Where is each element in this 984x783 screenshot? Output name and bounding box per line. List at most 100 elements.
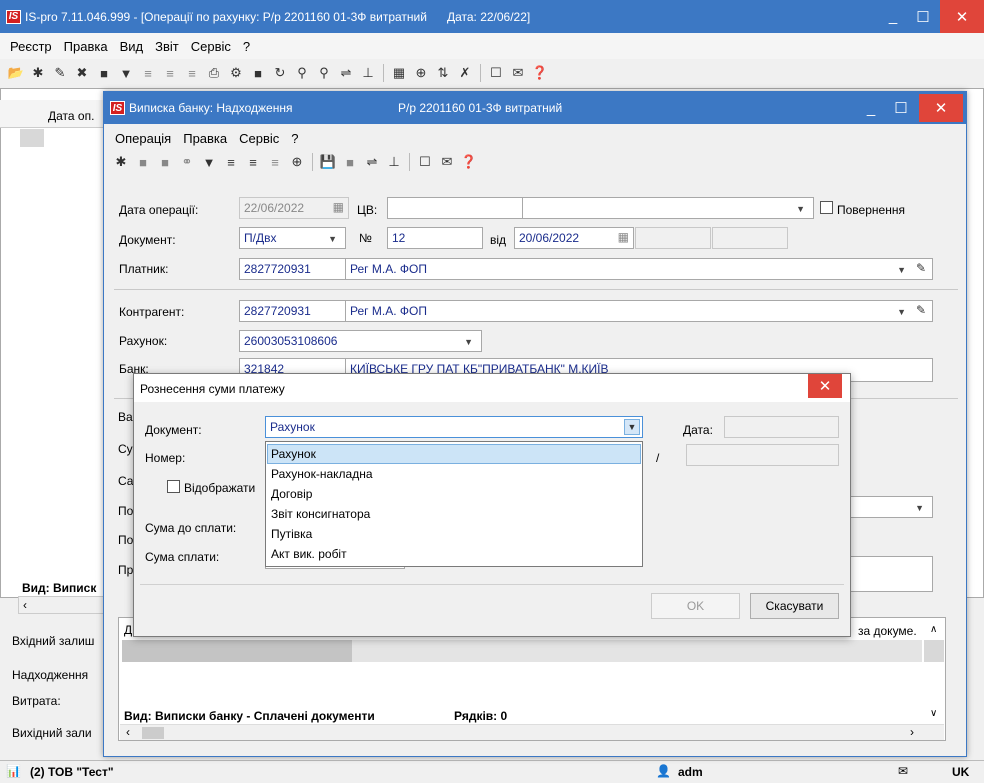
op-date-field[interactable]: 22/06/2022 ▦ xyxy=(239,197,349,219)
grid-hscroll[interactable]: ‹ › xyxy=(120,724,944,740)
cv-code-field[interactable] xyxy=(387,197,523,219)
scroll-right-icon[interactable]: › xyxy=(910,725,914,739)
main-grid-row[interactable] xyxy=(20,129,44,147)
grid-icon[interactable]: ▦ xyxy=(389,63,409,83)
menu-registry[interactable]: Реєстр xyxy=(10,39,52,54)
edit-icon[interactable]: ✎ xyxy=(50,63,70,83)
calendar-icon[interactable]: ▦ xyxy=(333,200,344,214)
link-icon[interactable]: ⇌ xyxy=(336,63,356,83)
chevron-down-icon[interactable]: ▼ xyxy=(624,419,640,435)
grid-row[interactable] xyxy=(122,640,352,662)
extra-field-1[interactable] xyxy=(635,227,711,249)
help-icon[interactable]: ❓ xyxy=(459,152,479,172)
counterparty-name-field[interactable]: Рег М.А. ФОП ▼ ✎ xyxy=(345,300,933,322)
block-icon[interactable]: ■ xyxy=(94,63,114,83)
edit-icon[interactable]: ■ xyxy=(133,152,153,172)
help-icon[interactable]: ❓ xyxy=(530,63,550,83)
cv-name-field[interactable]: ▼ xyxy=(522,197,814,219)
document-select[interactable]: П/Двх ▼ xyxy=(239,227,346,249)
calc-icon[interactable]: ⊕ xyxy=(411,63,431,83)
background-select[interactable]: ▼ xyxy=(850,496,933,518)
grid-row[interactable] xyxy=(352,640,922,662)
tree-icon[interactable]: ⊥ xyxy=(384,152,404,172)
block-icon[interactable]: ■ xyxy=(340,152,360,172)
clear-filter-icon[interactable]: ✗ xyxy=(455,63,475,83)
form-icon[interactable]: ☐ xyxy=(486,63,506,83)
column-date-header[interactable]: Дата оп. xyxy=(48,109,94,123)
delete-icon[interactable]: ✖ xyxy=(72,63,92,83)
calendar-icon[interactable]: ▦ xyxy=(618,230,629,244)
chevron-down-icon[interactable]: ▼ xyxy=(915,503,924,513)
chevron-down-icon[interactable]: ▼ xyxy=(796,204,805,214)
pencil-icon[interactable]: ✎ xyxy=(916,261,926,275)
main-hscroll[interactable]: ‹ xyxy=(18,596,108,614)
settings-icon[interactable]: ⚙ xyxy=(226,63,246,83)
tree-icon[interactable]: ⊥ xyxy=(358,63,378,83)
form-icon[interactable]: ☐ xyxy=(415,152,435,172)
calc-icon[interactable]: ⊕ xyxy=(287,152,307,172)
print-icon[interactable]: ⎙ xyxy=(204,63,224,83)
chevron-down-icon[interactable]: ▼ xyxy=(897,307,906,317)
chevron-down-icon[interactable]: ▼ xyxy=(897,265,906,275)
search-icon[interactable]: ⚲ xyxy=(292,63,312,83)
menu-view[interactable]: Вид xyxy=(120,39,144,54)
dropdown-option[interactable]: Звіт консигнатора xyxy=(267,504,641,524)
tool-icon[interactable]: ≡ xyxy=(265,152,285,172)
menu-service[interactable]: Сервіс xyxy=(239,131,279,146)
menu-help[interactable]: ? xyxy=(291,131,298,146)
maximize-button[interactable]: ☐ xyxy=(906,0,940,33)
new-icon[interactable]: ✱ xyxy=(111,152,131,172)
scroll-down-icon[interactable]: ∨ xyxy=(930,708,937,719)
extra-field-2[interactable] xyxy=(712,227,788,249)
scroll-left-icon[interactable]: ‹ xyxy=(126,725,130,739)
debit-credit-icon[interactable]: ≡ xyxy=(221,152,241,172)
bank-maximize-button[interactable]: ☐ xyxy=(884,92,918,124)
dropdown-option[interactable]: Путівка xyxy=(267,524,641,544)
bank-close-button[interactable]: ✕ xyxy=(919,94,963,122)
search-next-icon[interactable]: ⚲ xyxy=(314,63,334,83)
folder-icon[interactable]: 📂 xyxy=(6,63,26,83)
menu-report[interactable]: Звіт xyxy=(155,39,179,54)
payer-code-field[interactable]: 2827720931 xyxy=(239,258,346,280)
tool-icon[interactable]: ≡ xyxy=(182,63,202,83)
close-button[interactable]: ✕ xyxy=(940,0,984,33)
chevron-down-icon[interactable]: ▼ xyxy=(464,337,473,347)
dialog-close-button[interactable]: ✕ xyxy=(808,374,842,398)
dropdown-option[interactable]: Рахунок xyxy=(267,444,641,464)
dropdown-option[interactable]: Рахунок-накладна xyxy=(267,464,641,484)
menu-edit[interactable]: Правка xyxy=(183,131,227,146)
copy-icon[interactable]: ■ xyxy=(155,152,175,172)
menu-edit[interactable]: Правка xyxy=(64,39,108,54)
cancel-button[interactable]: Скасувати xyxy=(750,593,839,619)
tool-icon[interactable]: ≡ xyxy=(138,63,158,83)
transfer-icon[interactable]: ⇌ xyxy=(362,152,382,172)
dialog-document-select[interactable]: Рахунок ▼ xyxy=(265,416,643,438)
hscroll-thumb[interactable] xyxy=(142,727,164,739)
return-checkbox[interactable] xyxy=(820,201,833,214)
vscroll-thumb[interactable] xyxy=(924,640,944,662)
dialog-number-suffix-field[interactable] xyxy=(686,444,839,466)
pencil-icon[interactable]: ✎ xyxy=(916,303,926,317)
new-icon[interactable]: ✱ xyxy=(28,63,48,83)
account-select[interactable]: 26003053108606 ▼ xyxy=(239,330,482,352)
dropdown-option[interactable]: Договір xyxy=(267,484,641,504)
counterparty-code-field[interactable]: 2827720931 xyxy=(239,300,346,322)
mail-status-icon[interactable]: ✉ xyxy=(898,764,908,778)
debit-credit-icon[interactable]: ≡ xyxy=(243,152,263,172)
dropdown-option[interactable]: Акт вик. робіт xyxy=(267,544,641,564)
refresh-icon[interactable]: ↻ xyxy=(270,63,290,83)
menu-operation[interactable]: Операція xyxy=(115,131,171,146)
save-icon[interactable]: 💾 xyxy=(318,152,338,172)
menu-help[interactable]: ? xyxy=(243,39,250,54)
menu-service[interactable]: Сервіс xyxy=(191,39,231,54)
tool-icon[interactable]: ≡ xyxy=(160,63,180,83)
filter-icon[interactable]: ▼ xyxy=(199,152,219,172)
mail-icon[interactable]: ✉ xyxy=(437,152,457,172)
from-date-field[interactable]: 20/06/2022 ▦ xyxy=(514,227,634,249)
ok-button[interactable]: OK xyxy=(651,593,740,619)
link-icon[interactable]: ⚭ xyxy=(177,152,197,172)
block-icon[interactable]: ■ xyxy=(248,63,268,83)
show-checkbox[interactable] xyxy=(167,480,180,493)
filter-icon[interactable]: ▼ xyxy=(116,63,136,83)
mail-icon[interactable]: ✉ xyxy=(508,63,528,83)
